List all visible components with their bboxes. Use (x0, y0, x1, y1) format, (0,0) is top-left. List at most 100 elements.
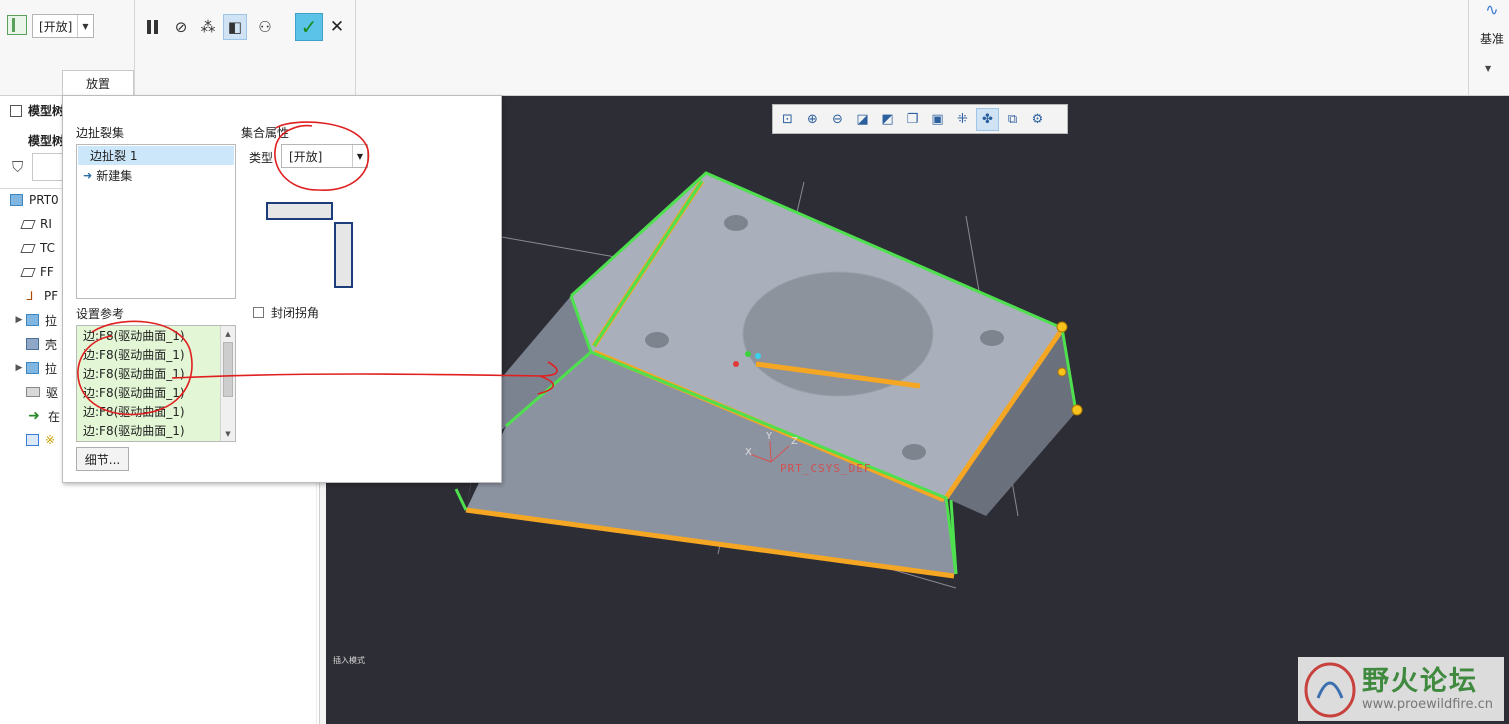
datum-plane-icon (20, 219, 36, 229)
tree-row-datum-plane[interactable]: FF (20, 261, 54, 283)
scroll-down-icon[interactable]: ▼ (221, 427, 235, 440)
separate-preview-icon[interactable]: ⁂ (196, 14, 220, 40)
chevron-down-icon[interactable]: ▼ (1485, 64, 1491, 73)
tree-row-edge-rip[interactable]: ※ (26, 429, 55, 451)
sheet-edge-icon[interactable] (7, 15, 27, 35)
zoom-in-icon[interactable]: ⊕ (801, 108, 824, 131)
references-scrollbar[interactable]: ▲ ▼ (220, 326, 235, 441)
saved-views-icon[interactable]: ❐ (901, 108, 924, 131)
csys-label: PRT_CSYS_DEF (780, 462, 872, 475)
display-style-icon[interactable]: ◩ (876, 108, 899, 131)
list-item-new-set[interactable]: ➜ 新建集 (77, 166, 235, 185)
model-tree-subheader: 模型树 (28, 134, 65, 148)
type-label: 类型 (249, 151, 274, 165)
solid-preview-icon[interactable]: ◧ (223, 14, 247, 40)
references-label: 设置参考 (76, 307, 125, 321)
model-tree-header[interactable]: 模型树 (10, 102, 64, 119)
tree-row-extrude[interactable]: ▶ 拉 (12, 309, 57, 331)
tree-icon (10, 104, 22, 117)
list-item-rip-1[interactable]: 边扯裂 1 (78, 146, 234, 165)
rip-sets-list[interactable]: 边扯裂 1 ➜ 新建集 (76, 144, 236, 299)
repaint-icon[interactable]: ◪ (851, 108, 874, 131)
axis-y-label: Y (766, 431, 773, 442)
annotation-display-icon[interactable]: ⧉ (1001, 108, 1024, 131)
graphics-viewport[interactable]: ⊡ ⊕ ⊖ ◪ ◩ ❐ ▣ ⁜ ✤ ⧉ ⚙ X Y Z PRT_CSYS_DEF… (326, 96, 1509, 724)
tree-row-extrude[interactable]: ▶ 拉 (12, 357, 57, 379)
chevron-down-icon[interactable]: ▼ (77, 15, 93, 37)
small-hole (645, 332, 669, 348)
watermark-url: www.proewildfire.cn (1362, 697, 1493, 712)
extrude-icon (26, 314, 39, 326)
datum-plane-icon (20, 243, 36, 253)
pause-button[interactable] (140, 14, 164, 40)
checkbox-box[interactable] (253, 307, 264, 318)
rip-type-select[interactable]: [开放] ▼ (281, 144, 368, 168)
arrow-right-icon: ➜ (83, 169, 93, 182)
rip-type-value: [开放] (39, 19, 73, 34)
status-note: 插入模式 (333, 656, 365, 665)
datum-display-icon[interactable]: ⁜ (951, 108, 974, 131)
small-hole (902, 444, 926, 460)
forum-watermark: 野火论坛 www.proewildfire.cn (1298, 657, 1504, 721)
spin-center-icon[interactable]: ✤ (976, 107, 999, 131)
part-icon (10, 194, 23, 206)
tree-row-insert-here[interactable]: ➜ 在 (26, 405, 60, 427)
list-item[interactable]: 边:F8(驱动曲面_1) (77, 345, 235, 364)
tree-row-csys[interactable]: ⅃ PF (22, 285, 58, 307)
rip-type-dropdown[interactable]: [开放] ▼ (32, 14, 94, 38)
verify-glasses-icon[interactable]: ⚇ (253, 14, 277, 40)
list-item[interactable]: 边:F8(驱动曲面_1) (77, 326, 235, 345)
confirm-button[interactable]: ✓ (295, 13, 323, 41)
axis-z-label: Z (791, 436, 798, 447)
expand-arrow-icon[interactable]: ▶ (12, 363, 26, 373)
references-list[interactable]: 边:F8(驱动曲面_1) 边:F8(驱动曲面_1) 边:F8(驱动曲面_1) 边… (76, 325, 236, 442)
csys-icon: ⅃ (26, 289, 34, 303)
details-button[interactable]: 细节... (76, 447, 129, 471)
rip-preview-horizontal (266, 202, 333, 220)
flame-logo-icon (1304, 662, 1356, 718)
scroll-up-icon[interactable]: ▲ (221, 327, 235, 340)
no-preview-icon[interactable]: ⊘ (169, 14, 193, 40)
appearance-icon[interactable]: ⚙ (1026, 108, 1049, 131)
placement-panel: 边扯裂集 边扯裂 1 ➜ 新建集 集合属性 类型 [开放] ▼ 封闭拐角 设置参… (62, 95, 502, 483)
edge-handle (1057, 367, 1067, 377)
refit-icon[interactable]: ⊡ (776, 108, 799, 131)
tree-row-driving-surface[interactable]: 驱 (26, 381, 58, 403)
rip-preview-vertical (334, 222, 353, 288)
tree-row-datum-plane[interactable]: TC (20, 237, 55, 259)
datum-group-label[interactable]: 基准 (1476, 30, 1508, 47)
view-toolbar: ⊡ ⊕ ⊖ ◪ ◩ ❐ ▣ ⁜ ✤ ⧉ ⚙ (772, 104, 1068, 134)
chevron-down-icon[interactable]: ▼ (352, 145, 367, 167)
tree-row-shell[interactable]: 壳 (26, 333, 57, 355)
list-item[interactable]: 边:F8(驱动曲面_1) (77, 383, 235, 402)
datum-curve-icon[interactable]: ∿ (1478, 0, 1506, 20)
sheetmetal-model[interactable] (326, 96, 1509, 724)
edge-handle (1056, 321, 1068, 333)
expand-arrow-icon[interactable]: ▶ (12, 315, 26, 325)
pick-point (745, 351, 751, 357)
datum-plane-icon (20, 267, 36, 277)
filter-icon[interactable]: ⛉ (12, 158, 23, 176)
set-properties-label: 集合属性 (241, 126, 290, 140)
zoom-out-icon[interactable]: ⊖ (826, 108, 849, 131)
edge-handle (1071, 404, 1083, 416)
view-manager-icon[interactable]: ▣ (926, 108, 949, 131)
ribbon: [开放] ▼ 放置 ⊘ ⁂ ◧ ⚇ ✓ ✕ ∿ 基准 ▼ (0, 0, 1509, 96)
list-item[interactable]: 边:F8(驱动曲面_1) (77, 421, 235, 440)
axis-x-label: X (745, 447, 752, 458)
tree-row-part[interactable]: PRT0 (0, 189, 59, 211)
rip-sets-label: 边扯裂集 (76, 126, 125, 140)
scroll-thumb[interactable] (223, 342, 233, 397)
list-item[interactable]: 边:F8(驱动曲面_1) (77, 364, 235, 383)
tab-placement[interactable]: 放置 (62, 70, 134, 96)
edge-rip-icon (26, 434, 39, 446)
list-item[interactable]: 边:F8(驱动曲面_1) (77, 402, 235, 421)
shell-icon (26, 338, 39, 350)
cancel-button[interactable]: ✕ (327, 14, 347, 40)
ribbon-separator (1468, 0, 1469, 96)
insert-here-icon: ➜ (28, 408, 40, 424)
tree-row-datum-plane[interactable]: RI (20, 213, 52, 235)
ribbon-separator (355, 0, 356, 96)
ribbon-separator (134, 0, 135, 96)
close-corner-checkbox[interactable]: 封闭拐角 (253, 304, 319, 321)
